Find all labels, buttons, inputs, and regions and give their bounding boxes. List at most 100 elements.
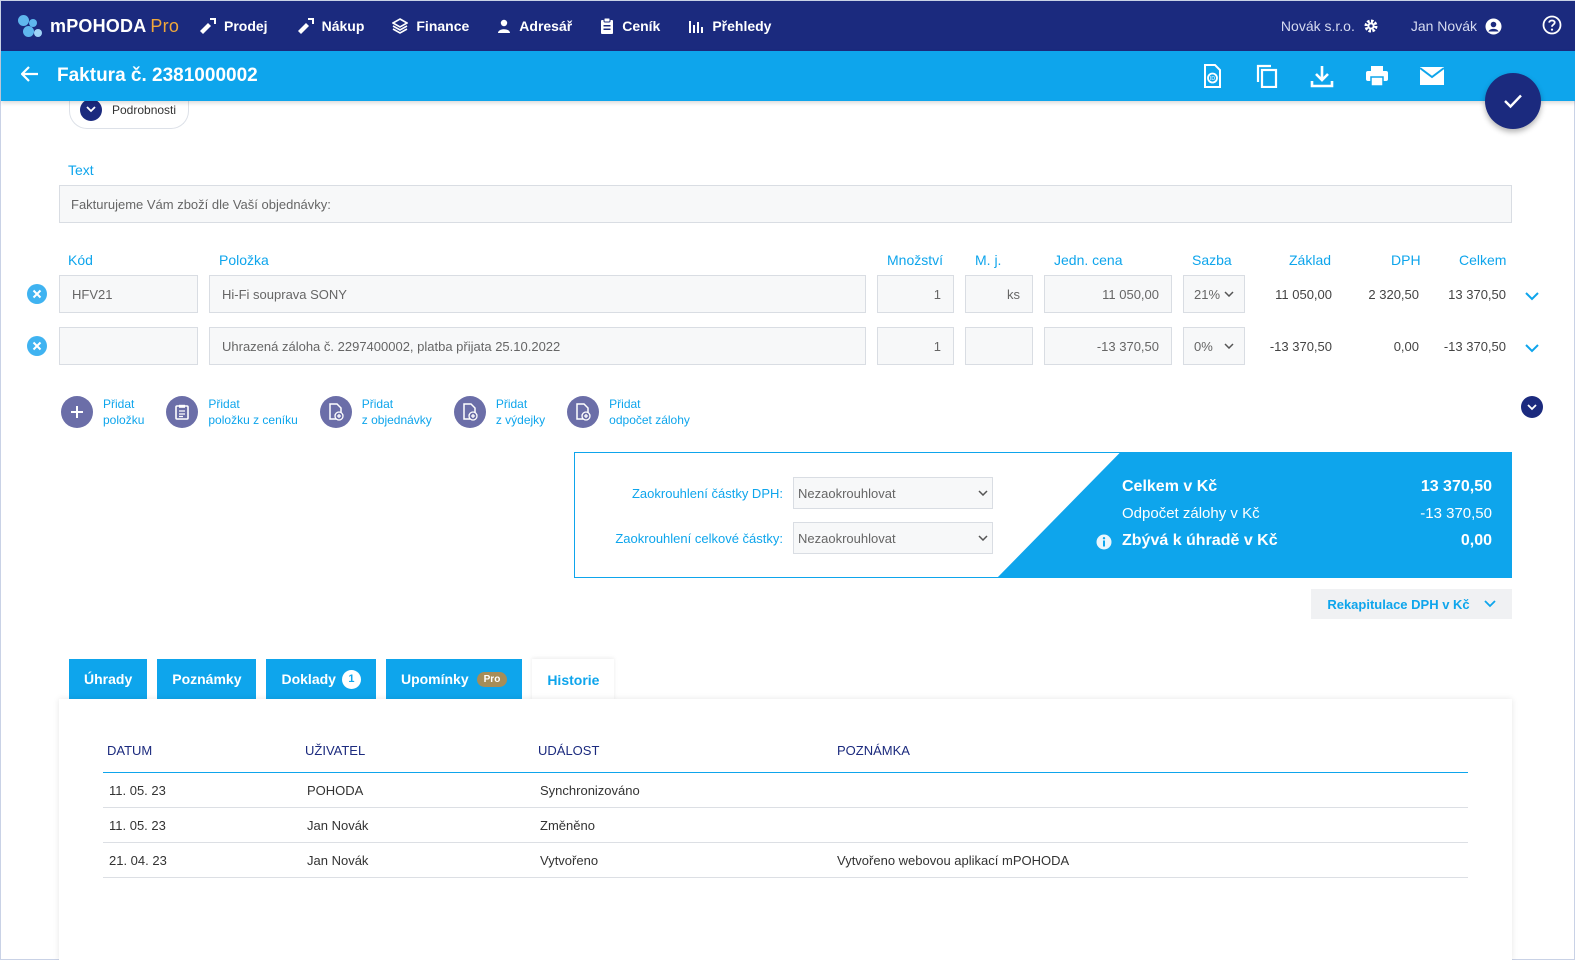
table-row: 11. 05. 23 Jan Novák Změněno [103,808,1468,843]
vat-recap-label: Rekapitulace DPH v Kč [1327,596,1470,612]
issue-doc-icon [453,396,486,428]
add-from-pricelist-button[interactable]: Přidat položku z ceníku [166,396,298,428]
order-doc-icon [319,396,352,428]
total-rounding-select[interactable]: Nezaokrouhlovat [793,522,993,554]
vat-recap-toggle[interactable]: Rekapitulace DPH v Kč [1311,589,1512,619]
totals-panel: Zaokrouhlení částky DPH: Nezaokrouhlovat… [574,452,1512,578]
vat-rounding-label: Zaokrouhlení částky DPH: [631,486,783,501]
tab-history[interactable]: Historie [532,659,615,701]
col-header-base: Základ [1289,252,1332,268]
unit-input[interactable]: ks [965,275,1033,313]
app-name: mPOHODA Pro [50,15,180,36]
history-header-row: DATUM UŽIVATEL UDÁLOST POZNÁMKA [103,729,1468,773]
history-event: Vytvořeno [540,852,599,868]
more-actions-button[interactable] [1521,396,1543,418]
add-deposit-deduction-button[interactable]: Přidat odpočet zálohy [567,396,690,428]
nav-item-finance[interactable]: Finance [392,18,469,34]
deposit-label: Odpočet zálohy v Kč [1122,505,1260,522]
tab-notes[interactable]: Poznámky [157,659,257,699]
chevron-down-icon [1521,396,1543,418]
back-button[interactable] [20,65,39,87]
item-input[interactable]: Uhrazená záloha č. 2297400002, platba př… [209,327,866,365]
total-amount: 13 370,50 [1420,478,1492,495]
vat-rounding-select[interactable]: Nezaokrouhlovat [793,477,993,509]
page-title: Faktura č. 2381000002 [57,65,258,86]
vat-rounding-value: Nezaokrouhlovat [798,485,896,501]
remove-row-button[interactable] [27,284,47,304]
top-navigation: mPOHODA Pro Prodej Nákup Finance Adresář … [1,1,1575,51]
col-header-vat: DPH [1391,252,1421,268]
email-button[interactable] [1419,63,1445,89]
history-note: Vytvořeno webovou aplikací mPOHODA [837,852,1070,868]
text-input[interactable]: Fakturujeme Vám zboží dle Vaší objednávk… [59,185,1512,223]
code-input[interactable] [59,327,198,365]
nav-item-cenik[interactable]: Ceník [600,18,660,34]
nav-item-prodej[interactable]: Prodej [198,18,268,34]
expand-row-button[interactable] [1523,341,1541,359]
email-icon [1419,67,1445,85]
copy-button[interactable] [1254,63,1280,89]
qty-input[interactable]: 1 [877,327,954,365]
account-icon [1485,18,1502,34]
help-button[interactable] [1542,15,1562,38]
add-from-issue-slip-button[interactable]: Přidat z výdejky [453,396,545,428]
history-table: DATUM UŽIVATEL UDÁLOST POZNÁMKA 11. 05. … [103,729,1468,878]
remaining-row: Zbývá k úhradě v Kč 0,00 [1096,532,1492,550]
tab-payments[interactable]: Úhrady [69,659,148,699]
nav-item-prehledy[interactable]: Přehledy [688,18,771,34]
history-date: 11. 05. 23 [109,817,166,833]
tab-reminders[interactable]: Upomínky Pro [385,659,523,699]
code-input[interactable]: HFV21 [59,275,198,313]
vat-rate-value: 0% [1194,338,1213,354]
add-from-order-button[interactable]: Přidat z objednávky [319,396,432,428]
total-value: 13 370,50 [1448,287,1506,302]
document-header: Faktura č. 2381000002 ID [1,51,1575,101]
history-event: Synchronizováno [540,782,640,798]
save-confirm-button[interactable] [1485,73,1541,129]
unit-price-input[interactable]: -13 370,50 [1044,327,1172,365]
tab-label: Úhrady [84,671,133,687]
unit-price-input[interactable]: 11 050,00 [1044,275,1172,313]
qty-input[interactable]: 1 [877,275,954,313]
print-button[interactable] [1364,63,1390,89]
vat-value: 2 320,50 [1368,287,1419,302]
chevron-down-icon [1224,291,1234,297]
nav-item-adresar[interactable]: Adresář [497,18,572,34]
user-menu[interactable]: Jan Novák [1411,18,1502,35]
download-button[interactable] [1309,63,1335,89]
count-badge: 1 [341,669,361,689]
chevron-down-icon [80,98,102,121]
close-icon [32,341,42,351]
item-input[interactable]: Hi-Fi souprava SONY [209,275,866,313]
remaining-label: Zbývá k úhradě v Kč [1122,532,1278,549]
app-logo[interactable]: mPOHODA Pro [18,15,188,37]
sell-icon [200,18,216,34]
history-date: 11. 05. 23 [109,782,166,798]
remove-row-button[interactable] [27,336,47,356]
expand-row-button[interactable] [1523,289,1541,307]
tab-documents[interactable]: Doklady 1 [266,659,376,699]
col-header-qty: Množství [887,252,944,268]
nav-label: Adresář [519,18,573,34]
total-rounding-label: Zaokrouhlení celkové částky: [615,531,783,546]
finance-icon [392,18,409,34]
vat-rate-select[interactable]: 21% [1183,275,1245,313]
add-item-label: Přidat položku [103,397,145,427]
chevron-down-icon [1484,600,1496,608]
vat-rate-select[interactable]: 0% [1183,327,1245,365]
chevron-down-icon [1224,343,1234,349]
history-user: POHODA [307,782,364,798]
nav-item-nakup[interactable]: Nákup [296,18,364,34]
tab-label: Upomínky [400,671,469,687]
isdoc-button[interactable]: ID [1199,63,1225,89]
user-name: Jan Novák [1410,18,1477,34]
history-header-note: POZNÁMKA [837,743,910,758]
plus-icon [61,396,93,428]
help-icon [1542,15,1562,34]
unit-input[interactable] [965,327,1033,365]
nav-label: Ceník [622,18,661,34]
add-from-order-label: Přidat z objednávky [361,397,432,427]
company-switcher[interactable]: Novák s.r.o. [1281,18,1379,34]
add-item-button[interactable]: Přidat položku [61,396,144,428]
info-icon[interactable] [1096,534,1112,550]
